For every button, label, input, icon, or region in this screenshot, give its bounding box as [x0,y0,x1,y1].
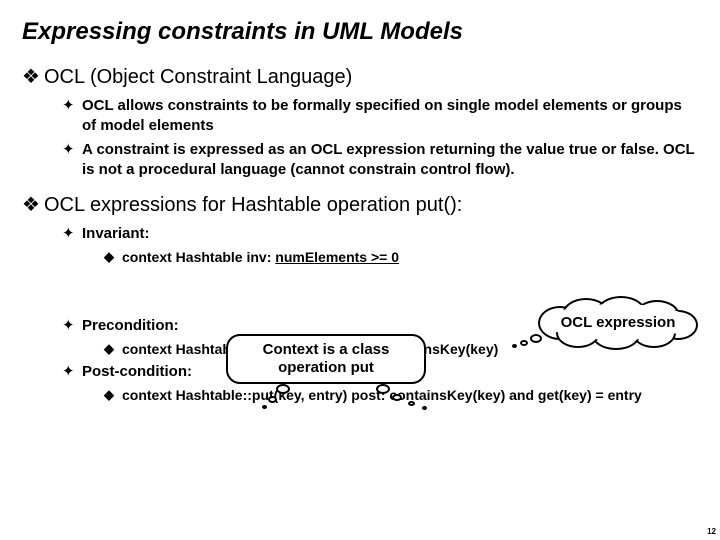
ocl-expr-heading: OCL expressions for Hashtable operation … [44,192,462,218]
callout-tail-icon [392,394,402,401]
sub-sub-bullet-icon: ◆ [104,386,122,404]
sub-bullet-icon: ✦ [62,316,82,336]
section-ocl-expr: ❖ OCL expressions for Hashtable operatio… [22,192,698,218]
sub-bullet-icon: ✦ [62,96,82,136]
precondition-label: Precondition: [82,316,179,336]
callout-text: Context is a class operation put [236,341,416,377]
invariant-expr: context Hashtable inv: numElements >= 0 [122,248,399,266]
callout-tail-icon [422,406,427,410]
ocl-point-2-text: A constraint is expressed as an OCL expr… [82,140,698,180]
cloud-tail-icon [520,340,528,346]
diamond-bullet-icon: ❖ [22,64,44,90]
sub-bullet-icon: ✦ [62,362,82,382]
postcondition-label: Post-condition: [82,362,192,382]
cloud-shape: OCL expression [538,300,698,344]
callout-box: Context is a class operation put [226,334,426,384]
invariant-underlined: numElements >= 0 [275,249,399,265]
section-ocl-def: ❖ OCL (Object Constraint Language) [22,64,698,90]
callout-tail-icon [276,384,290,394]
ocl-point-2: ✦ A constraint is expressed as an OCL ex… [62,140,698,180]
ocl-point-1: ✦ OCL allows constraints to be formally … [62,96,698,136]
callout-context: Context is a class operation put [226,334,426,402]
ocl-point-1-text: OCL allows constraints to be formally sp… [82,96,698,136]
cloud-tail-icon [512,344,517,348]
callout-tail-icon [268,396,277,403]
callout-tail-icon [262,405,267,409]
slide-title: Expressing constraints in UML Models [22,18,698,46]
sub-bullet-icon: ✦ [62,140,82,180]
ocl-def-heading: OCL (Object Constraint Language) [44,64,352,90]
invariant-label: Invariant: [82,224,150,244]
sub-bullet-icon: ✦ [62,224,82,244]
cloud-text: OCL expression [544,304,692,340]
callout-tail-icon [376,384,390,394]
cloud-tail-icon [530,334,542,343]
cloud-ocl-expression: OCL expression [538,300,698,350]
invariant-row: ✦ Invariant: [62,224,698,244]
callout-tail-icon [408,401,415,406]
diamond-bullet-icon: ❖ [22,192,44,218]
sub-sub-bullet-icon: ◆ [104,340,122,358]
invariant-expr-row: ◆ context Hashtable inv: numElements >= … [104,248,698,266]
sub-sub-bullet-icon: ◆ [104,248,122,266]
page-number: 12 [707,527,716,536]
